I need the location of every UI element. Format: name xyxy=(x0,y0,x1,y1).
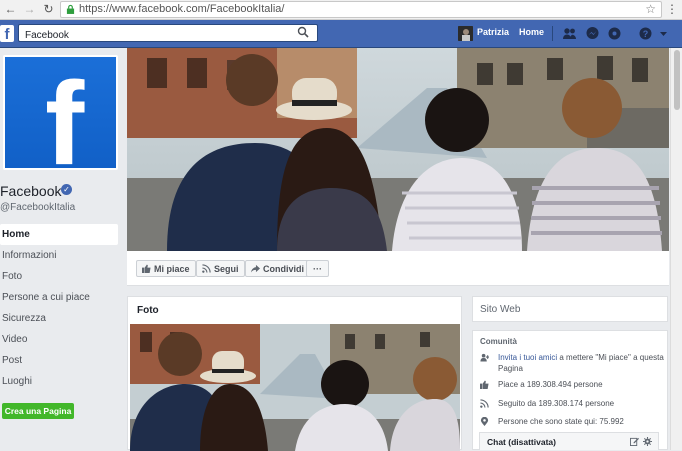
like-button[interactable]: Mi piace xyxy=(136,260,196,277)
rss-icon xyxy=(202,264,211,273)
messages-icon[interactable] xyxy=(585,26,600,41)
nav-item-sicurezza[interactable]: Sicurezza xyxy=(0,308,118,329)
cover-photo-image xyxy=(127,48,669,251)
like-label: Mi piace xyxy=(154,264,190,274)
browser-toolbar: ← → ↻ https://www.facebook.com/FacebookI… xyxy=(0,0,682,20)
nav-item-post[interactable]: Post xyxy=(0,350,118,371)
photo-thumbnail[interactable] xyxy=(130,324,460,451)
invite-friends-link[interactable]: Invita i tuoi amici xyxy=(498,353,557,362)
avatar-image xyxy=(458,26,473,41)
help-icon[interactable]: ? xyxy=(638,26,653,41)
notifications-icon[interactable] xyxy=(607,26,622,41)
page-handle[interactable]: @FacebookItalia xyxy=(0,202,75,213)
account-menu-chevron-icon[interactable] xyxy=(659,26,668,41)
page-navigation: Home Informazioni Foto Persone a cui pia… xyxy=(0,224,118,392)
cover-photo[interactable] xyxy=(127,48,669,251)
checkins-row: Persone che sono state qui: 75.992 xyxy=(480,416,665,427)
page-name[interactable]: Facebook xyxy=(0,183,61,199)
scrollbar-thumb[interactable] xyxy=(674,50,680,110)
search-box[interactable] xyxy=(18,24,318,44)
chat-settings-gear-icon[interactable] xyxy=(643,437,652,446)
left-column: f Facebook ✓ @FacebookItalia Home Inform… xyxy=(0,48,126,450)
nav-item-video[interactable]: Video xyxy=(0,329,118,350)
followers-rss-icon xyxy=(480,399,489,408)
home-link[interactable]: Home xyxy=(519,27,544,37)
website-label[interactable]: Sito Web xyxy=(480,304,520,315)
website-card[interactable]: Sito Web xyxy=(472,296,668,322)
verified-badge-icon: ✓ xyxy=(61,184,72,195)
reload-icon[interactable]: ↻ xyxy=(41,2,56,17)
facebook-f-logo: f xyxy=(45,58,85,170)
more-options-label: ··· xyxy=(313,264,322,274)
chat-bar[interactable]: Chat (disattivata) xyxy=(479,432,659,450)
bookmark-star-icon[interactable]: ☆ xyxy=(645,2,656,17)
new-message-icon[interactable] xyxy=(630,437,639,446)
chat-status-label[interactable]: Chat (disattivata) xyxy=(487,437,556,447)
invite-friends-row: Invita i tuoi amici a mettere "Mi piace"… xyxy=(480,352,665,374)
facebook-logo-icon[interactable]: f xyxy=(0,25,14,43)
followers-count: Seguito da 189.308.174 persone xyxy=(498,399,615,408)
nav-item-informazioni[interactable]: Informazioni xyxy=(0,245,118,266)
follow-button[interactable]: Segui xyxy=(196,260,245,277)
facebook-top-bar: f Patrizia Home ? xyxy=(0,20,682,48)
followers-row: Seguito da 189.308.174 persone xyxy=(480,398,665,409)
back-arrow-icon[interactable]: ← xyxy=(3,2,18,17)
lock-icon xyxy=(66,4,75,14)
page-scrollbar[interactable] xyxy=(670,48,682,450)
url-text: https://www.facebook.com/FacebookItalia/ xyxy=(79,3,285,15)
profile-avatar[interactable] xyxy=(458,26,473,41)
checkins-count: Persone che sono state qui: 75.992 xyxy=(498,417,624,426)
nav-item-persone-a-cui-piace[interactable]: Persone a cui piace xyxy=(0,287,118,308)
location-pin-icon xyxy=(480,417,489,426)
create-page-button[interactable]: Crea una Pagina xyxy=(2,403,74,419)
search-input[interactable] xyxy=(19,27,285,44)
forward-arrow-icon[interactable]: → xyxy=(22,2,37,17)
invite-people-icon xyxy=(480,353,489,362)
share-button[interactable]: Condividi xyxy=(245,260,310,277)
profile-name-link[interactable]: Patrizia xyxy=(477,27,509,37)
nav-item-luoghi[interactable]: Luoghi xyxy=(0,371,118,392)
likes-count: Piace a 189.308.494 persone xyxy=(498,380,603,389)
community-title: Comunità xyxy=(480,337,517,346)
browser-menu-icon[interactable]: ⋮ xyxy=(666,2,678,17)
more-options-button[interactable]: ··· xyxy=(306,260,329,277)
share-label: Condividi xyxy=(263,264,304,274)
svg-text:?: ? xyxy=(643,29,649,39)
photos-card-title[interactable]: Foto xyxy=(137,305,159,316)
address-bar[interactable]: https://www.facebook.com/FacebookItalia/… xyxy=(60,1,662,18)
page-action-bar: Mi piace Segui Condividi ··· xyxy=(127,251,669,286)
photos-card: Foto xyxy=(127,296,462,451)
thumbs-up-small-icon xyxy=(480,380,489,389)
photo-thumbnail-image xyxy=(130,324,460,451)
nav-item-home[interactable]: Home xyxy=(0,224,118,245)
page-profile-picture[interactable]: f xyxy=(3,55,118,170)
search-icon[interactable] xyxy=(297,26,309,38)
nav-item-foto[interactable]: Foto xyxy=(0,266,118,287)
follow-label: Segui xyxy=(214,264,239,274)
nav-divider xyxy=(552,26,553,41)
thumbs-up-icon xyxy=(142,264,151,273)
friend-requests-icon[interactable] xyxy=(562,26,577,41)
likes-row: Piace a 189.308.494 persone xyxy=(480,379,665,390)
share-arrow-icon xyxy=(251,264,260,273)
